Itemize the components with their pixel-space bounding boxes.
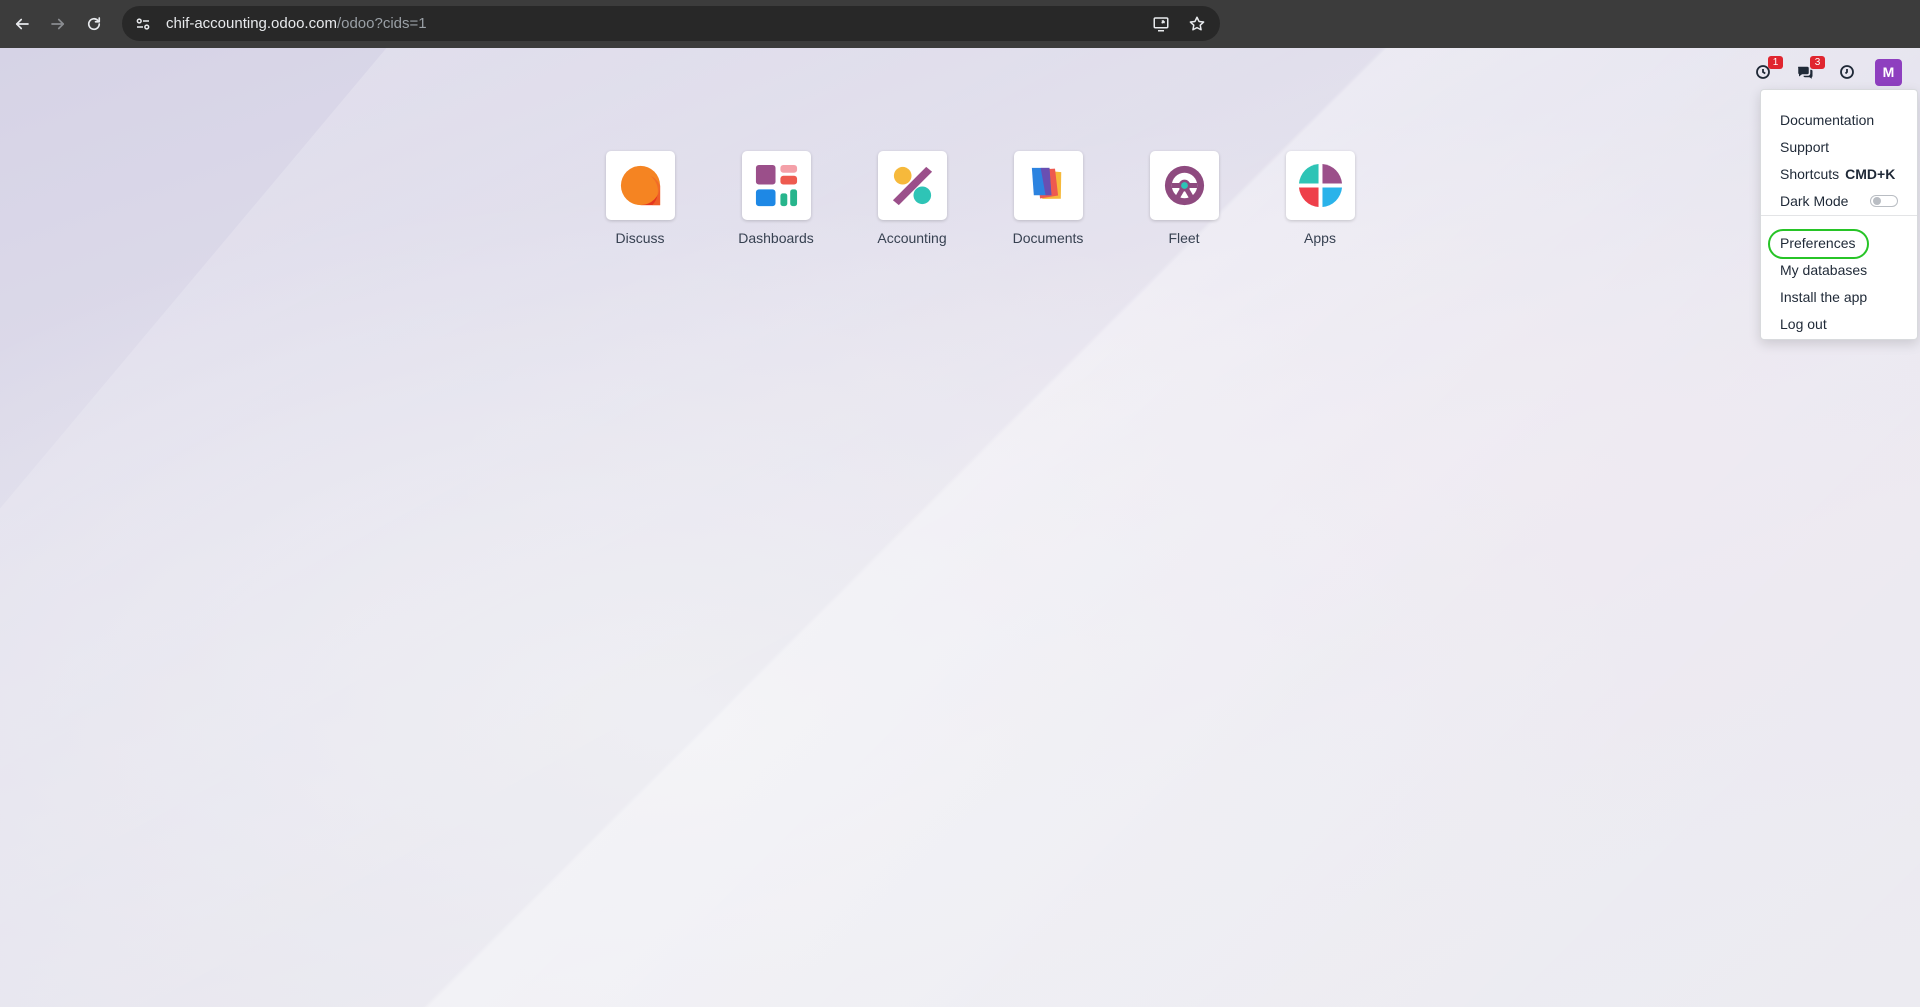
menu-label: Shortcuts <box>1780 165 1840 182</box>
url-path: /odoo?cids=1 <box>336 15 427 32</box>
dashboards-icon <box>755 164 797 207</box>
bookmark-star-icon[interactable] <box>1184 11 1210 37</box>
app-documents[interactable]: Documents <box>980 151 1116 246</box>
fleet-icon <box>1164 165 1204 206</box>
menu-label: Support <box>1780 138 1830 155</box>
app-apps[interactable]: Apps <box>1252 151 1388 246</box>
app-fleet[interactable]: Fleet <box>1116 151 1252 246</box>
accounting-icon <box>892 166 932 206</box>
app-tile[interactable] <box>1285 151 1355 220</box>
menu-label: Install the app <box>1780 288 1868 305</box>
app-tile[interactable] <box>741 151 811 220</box>
user-menu-dropdown: Documentation Support Shortcuts CMD+K Dar… <box>1760 89 1918 340</box>
app-label: Documents <box>1012 230 1084 246</box>
menu-label: Log out <box>1780 315 1827 332</box>
menu-label: Documentation <box>1780 111 1875 128</box>
url-text[interactable]: chif-accounting.odoo.com/odoo?cids=1 <box>166 15 427 32</box>
app-label: Apps <box>1304 230 1336 246</box>
app-label: Discuss <box>615 230 665 246</box>
timer-button[interactable] <box>1833 58 1861 86</box>
url-host: chif-accounting.odoo.com <box>166 15 337 32</box>
apps-icon <box>1298 163 1342 208</box>
app-tile[interactable] <box>1149 151 1219 220</box>
address-bar[interactable]: chif-accounting.odoo.com/odoo?cids=1 <box>122 6 1220 41</box>
menu-item-shortcuts[interactable]: Shortcuts CMD+K <box>1761 160 1917 187</box>
user-avatar[interactable]: M <box>1875 58 1902 86</box>
menu-divider <box>1761 215 1917 216</box>
menu-label: Dark Mode <box>1780 192 1849 209</box>
back-icon[interactable] <box>8 10 36 38</box>
menu-item-install-app[interactable]: Install the app <box>1761 283 1917 310</box>
home-menu: 1 3 M Discuss Dashboards Accounting Docu… <box>0 48 1920 1007</box>
shortcut-key: CMD+K <box>1845 165 1896 182</box>
messages-button[interactable]: 3 <box>1791 56 1825 86</box>
menu-label: My databases <box>1780 261 1868 278</box>
app-tile[interactable] <box>605 151 675 220</box>
app-accounting[interactable]: Accounting <box>844 151 980 246</box>
app-grid: Discuss Dashboards Accounting Documents … <box>572 151 1388 246</box>
site-settings-icon[interactable] <box>128 9 158 39</box>
systray: 1 3 M <box>1749 56 1902 87</box>
dark-mode-toggle[interactable] <box>1870 195 1898 207</box>
menu-item-documentation[interactable]: Documentation <box>1761 106 1917 133</box>
app-discuss[interactable]: Discuss <box>572 151 708 246</box>
app-label: Accounting <box>877 230 947 246</box>
activity-button[interactable]: 1 <box>1749 56 1783 86</box>
menu-label: Preferences <box>1780 234 1856 251</box>
app-dashboards[interactable]: Dashboards <box>708 151 844 246</box>
app-tile[interactable] <box>877 151 947 220</box>
discuss-icon <box>620 165 660 206</box>
activity-badge: 1 <box>1768 56 1783 69</box>
menu-item-log-out[interactable]: Log out <box>1761 310 1917 337</box>
messages-badge: 3 <box>1810 56 1825 69</box>
app-label: Fleet <box>1168 230 1200 246</box>
menu-item-preferences[interactable]: Preferences <box>1761 229 1917 259</box>
forward-icon[interactable] <box>44 10 72 38</box>
menu-item-dark-mode[interactable]: Dark Mode <box>1761 187 1917 214</box>
documents-icon <box>1031 167 1061 199</box>
cast-icon[interactable] <box>1148 11 1174 37</box>
menu-item-support[interactable]: Support <box>1761 133 1917 160</box>
reload-icon[interactable] <box>80 10 108 38</box>
menu-item-my-databases[interactable]: My databases <box>1761 256 1917 283</box>
app-tile[interactable] <box>1013 151 1083 220</box>
app-label: Dashboards <box>738 230 814 246</box>
clock-icon <box>1840 65 1854 79</box>
browser-toolbar: chif-accounting.odoo.com/odoo?cids=1 <box>0 0 1920 48</box>
